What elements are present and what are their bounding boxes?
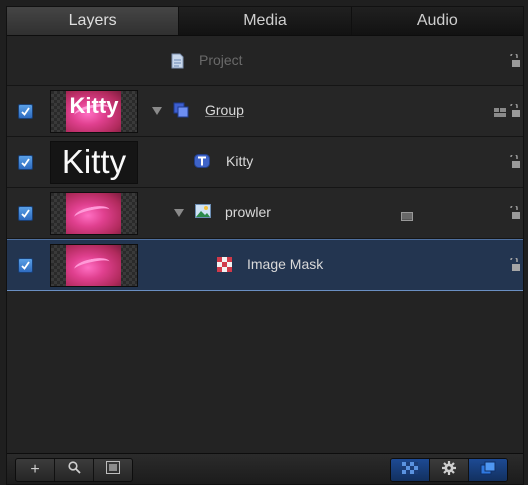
search-button[interactable] (55, 459, 94, 481)
layer-row-group[interactable]: Kitty Group (7, 86, 523, 137)
visibility-checkbox[interactable] (18, 155, 33, 170)
lock-icon[interactable] (509, 102, 521, 118)
lock-icon[interactable] (509, 153, 521, 169)
add-icon: + (30, 461, 40, 478)
tab-layers[interactable]: Layers (7, 7, 180, 35)
lock-icon[interactable] (509, 52, 521, 68)
add-button[interactable]: + (16, 459, 55, 481)
image-mask-icon (217, 257, 232, 277)
layers-stack-toggle[interactable] (469, 459, 507, 481)
layer-name: Group (205, 102, 244, 118)
left-button-group: + (15, 458, 133, 482)
tab-bar: Layers Media Audio (7, 7, 523, 36)
layers-panel: Layers Media Audio Project Kitty Group K… (6, 6, 524, 485)
layers-stack-icon (480, 461, 496, 480)
disclosure-triangle-icon[interactable] (174, 209, 184, 217)
search-icon (67, 461, 81, 479)
layer-row-image-mask[interactable]: Image Mask (7, 239, 523, 291)
gear-icon (442, 460, 456, 480)
layer-name: Image Mask (247, 256, 324, 272)
tab-audio[interactable]: Audio (351, 7, 523, 35)
thumbnail-text: Kitty (61, 143, 127, 180)
mask-indicator-icon[interactable] (401, 208, 413, 226)
tab-media[interactable]: Media (179, 7, 352, 35)
image-layer-icon (195, 204, 211, 223)
layer-thumbnail (50, 192, 138, 235)
group-icon (173, 102, 189, 123)
project-document-icon (171, 53, 184, 74)
visibility-checkbox[interactable] (18, 206, 33, 221)
layer-thumbnail (50, 244, 138, 287)
lock-icon[interactable] (509, 204, 521, 220)
layer-name: Kitty (226, 153, 254, 169)
text-layer-icon (194, 154, 210, 173)
lock-icon[interactable] (509, 256, 521, 272)
settings-button[interactable] (430, 459, 469, 481)
visibility-checkbox[interactable] (18, 258, 33, 273)
thumbnail-text: Kitty (69, 93, 119, 118)
layer-thumbnail: Kitty (50, 90, 138, 133)
layer-row-kitty[interactable]: Kitty Kitty (7, 137, 523, 188)
visibility-checkbox[interactable] (18, 104, 33, 119)
layer-row-prowler[interactable]: prowler (7, 188, 523, 239)
thumbnail-view-icon (106, 461, 120, 479)
panel-footer: + (7, 453, 523, 484)
disclosure-triangle-icon[interactable] (152, 107, 162, 115)
layer-name: Project (199, 52, 243, 68)
show-thumbnails-toggle[interactable] (391, 459, 430, 481)
layer-name: prowler (225, 204, 271, 220)
thumbnail-image (66, 245, 121, 286)
thumbnail-image (66, 193, 121, 234)
stack-icon[interactable] (494, 105, 506, 123)
right-button-group (390, 458, 508, 482)
layer-list: Project Kitty Group Kitty Kitty prowler … (7, 36, 523, 291)
layer-row-project[interactable]: Project (7, 36, 523, 86)
checkerboard-icon (402, 461, 418, 479)
thumbnail-view-button[interactable] (94, 459, 132, 481)
layer-thumbnail: Kitty (50, 141, 138, 184)
